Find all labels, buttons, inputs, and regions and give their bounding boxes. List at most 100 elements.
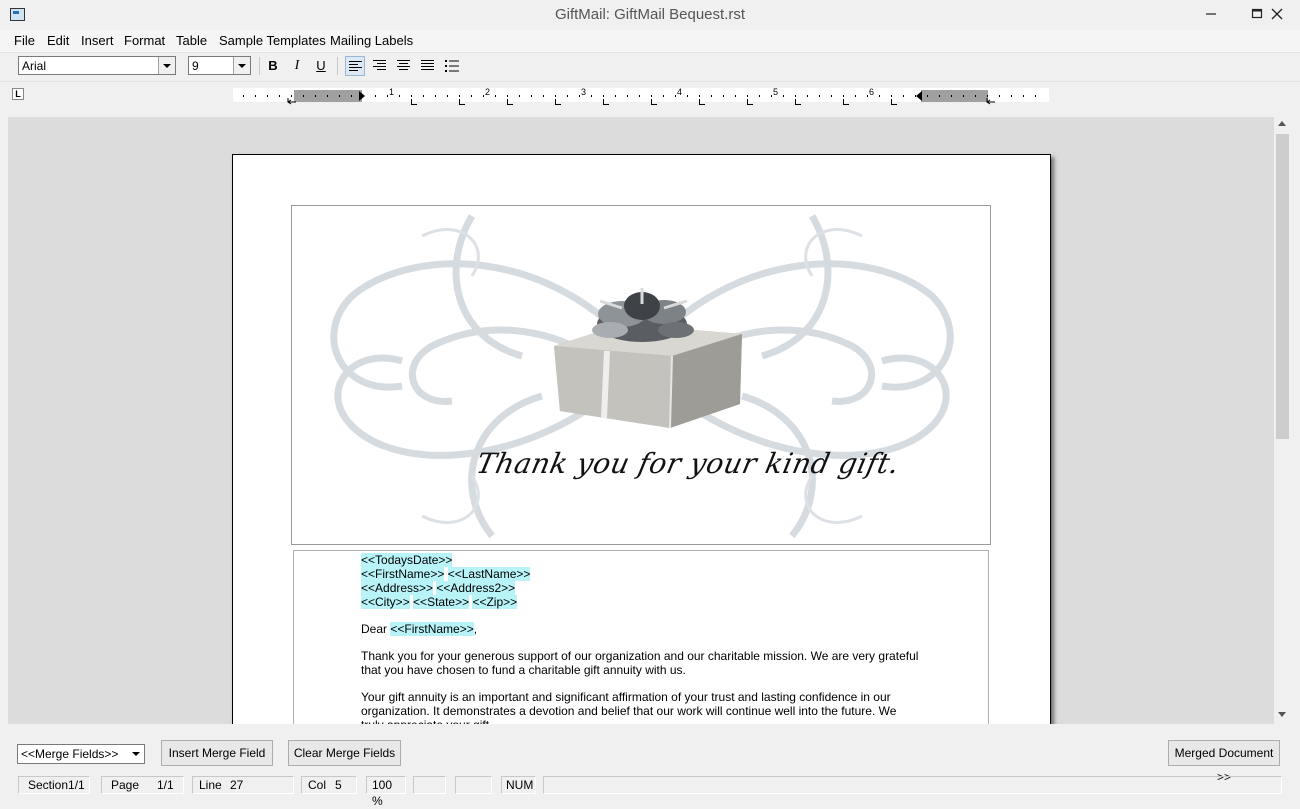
ruler-tick <box>555 95 556 97</box>
merge-field-last-name[interactable]: <<LastName>> <box>447 567 531 581</box>
ruler-tick <box>771 95 772 97</box>
font-name-value: Arial <box>22 59 47 73</box>
align-right-button[interactable] <box>370 56 390 76</box>
scroll-down-icon[interactable] <box>1278 712 1286 717</box>
menu-sample-templates[interactable]: Sample Templates <box>219 33 326 48</box>
letter-body[interactable]: <<TodaysDate>> <<FirstName>> <<LastName>… <box>361 553 921 724</box>
city-line: <<City>> <<State>> <<Zip>> <box>361 595 921 609</box>
ruler-tick <box>951 95 952 97</box>
status-num-lock: NUM <box>501 776 536 794</box>
italic-button[interactable]: I <box>287 56 307 76</box>
ruler-tick <box>291 95 292 97</box>
ruler-tick <box>279 95 280 97</box>
close-button[interactable] <box>1254 0 1300 28</box>
merge-fields-select[interactable]: <<Merge Fields>> <box>17 744 145 764</box>
ruler-tick <box>303 95 304 97</box>
ruler-tick <box>543 95 544 97</box>
tab-stop-marker[interactable] <box>603 99 609 105</box>
document-canvas[interactable]: Thank you for your kind gift. <<TodaysDa… <box>8 117 1274 724</box>
ruler-tick <box>315 95 316 97</box>
tab-stop-marker[interactable] <box>843 99 849 105</box>
insert-merge-field-button[interactable]: Insert Merge Field <box>161 740 273 766</box>
tab-stop-marker[interactable] <box>795 99 801 105</box>
merge-field-todays-date[interactable]: <<TodaysDate>> <box>361 553 453 567</box>
menu-edit[interactable]: Edit <box>47 33 69 48</box>
tab-stop-marker[interactable] <box>459 99 465 105</box>
right-margin-marker-icon[interactable] <box>985 88 997 108</box>
tab-stop-marker[interactable] <box>699 99 705 105</box>
status-bar: Section1/1 Page 1/1 Line 27 Col 5 100 % NUM <box>0 773 1300 808</box>
bullet-list-button[interactable] <box>442 56 462 76</box>
tab-stop-marker[interactable] <box>555 99 561 105</box>
merged-document-button[interactable]: Merged Document >> <box>1168 740 1280 784</box>
ruler-tick <box>591 95 592 97</box>
underline-button[interactable]: U <box>311 56 331 76</box>
bullet-list-icon <box>445 60 459 72</box>
ruler-number: 5 <box>773 87 779 97</box>
align-left-button[interactable] <box>345 56 365 76</box>
tab-stop-marker[interactable] <box>651 99 657 105</box>
merge-field-address2[interactable]: <<Address2>> <box>436 581 516 595</box>
ruler-tick <box>327 95 328 97</box>
chevron-down-icon[interactable] <box>233 57 250 74</box>
justify-icon <box>421 60 434 72</box>
ruler-number: 2 <box>485 87 491 97</box>
ruler-tick <box>963 95 964 97</box>
clear-merge-fields-button[interactable]: Clear Merge Fields <box>288 740 401 766</box>
justify-button[interactable] <box>418 56 438 76</box>
window-title: GiftMail: GiftMail Bequest.rst <box>554 6 746 23</box>
tab-stop-marker[interactable] <box>411 99 417 105</box>
font-size-select[interactable]: 9 <box>188 56 251 75</box>
bold-button[interactable]: B <box>263 56 283 76</box>
ruler-tick <box>759 95 760 97</box>
ruler-tick <box>339 95 340 97</box>
merge-field-city[interactable]: <<City>> <box>361 595 410 609</box>
merge-field-first-name[interactable]: <<FirstName>> <box>390 622 474 636</box>
ruler-tick <box>699 95 700 97</box>
tab-stop-marker[interactable] <box>891 99 897 105</box>
ruler-tick <box>411 95 412 97</box>
ruler-tick <box>351 95 352 97</box>
chevron-down-icon[interactable] <box>158 57 175 74</box>
paragraph-1: Thank you for your generous support of o… <box>361 649 919 677</box>
scroll-thumb[interactable] <box>1276 134 1289 439</box>
left-indent-marker-icon[interactable] <box>286 88 298 108</box>
minimize-icon <box>1206 13 1216 15</box>
merge-field-address[interactable]: <<Address>> <box>361 581 434 595</box>
ruler-tick <box>747 95 748 97</box>
ruler-tick <box>939 95 940 97</box>
vertical-scrollbar[interactable] <box>1274 117 1291 724</box>
ruler-tick <box>855 95 856 97</box>
ruler-tick <box>819 95 820 97</box>
ruler-tick <box>915 95 916 97</box>
merge-fields-select-value: <<Merge Fields>> <box>21 747 119 761</box>
ruler-tick <box>1035 95 1036 97</box>
ruler-tick <box>387 95 388 97</box>
merge-field-state[interactable]: <<State>> <box>413 595 470 609</box>
merge-field-zip[interactable]: <<Zip>> <box>472 595 518 609</box>
status-zoom: 100 % <box>366 776 406 808</box>
ruler-tick <box>675 95 676 97</box>
merge-field-first-name[interactable]: <<FirstName>> <box>361 567 445 581</box>
menu-mailing-labels[interactable]: Mailing Labels <box>330 33 413 48</box>
menu-table[interactable]: Table <box>176 33 207 48</box>
ruler-tick <box>375 95 376 97</box>
font-name-select[interactable]: Arial <box>18 56 176 75</box>
document-page[interactable]: Thank you for your kind gift. <<TodaysDa… <box>232 154 1051 724</box>
horizontal-ruler[interactable]: 1 2 3 4 5 6 <box>233 87 1049 105</box>
tab-type-selector[interactable]: L <box>12 88 24 100</box>
menu-format[interactable]: Format <box>124 33 165 48</box>
ruler-tick <box>579 95 580 97</box>
scroll-up-icon[interactable] <box>1278 121 1286 126</box>
menu-insert[interactable]: Insert <box>81 33 114 48</box>
menu-file[interactable]: File <box>14 33 35 48</box>
status-empty-2 <box>455 776 492 794</box>
chevron-down-icon[interactable] <box>128 745 144 763</box>
ruler-tick <box>423 95 424 97</box>
tab-stop-marker[interactable] <box>507 99 513 105</box>
status-line: Line 27 <box>192 776 294 794</box>
ruler-bar: L 1 2 3 4 5 6 <box>0 82 1300 116</box>
align-center-button[interactable] <box>394 56 414 76</box>
minimize-button[interactable] <box>1188 0 1234 28</box>
tab-stop-marker[interactable] <box>747 99 753 105</box>
